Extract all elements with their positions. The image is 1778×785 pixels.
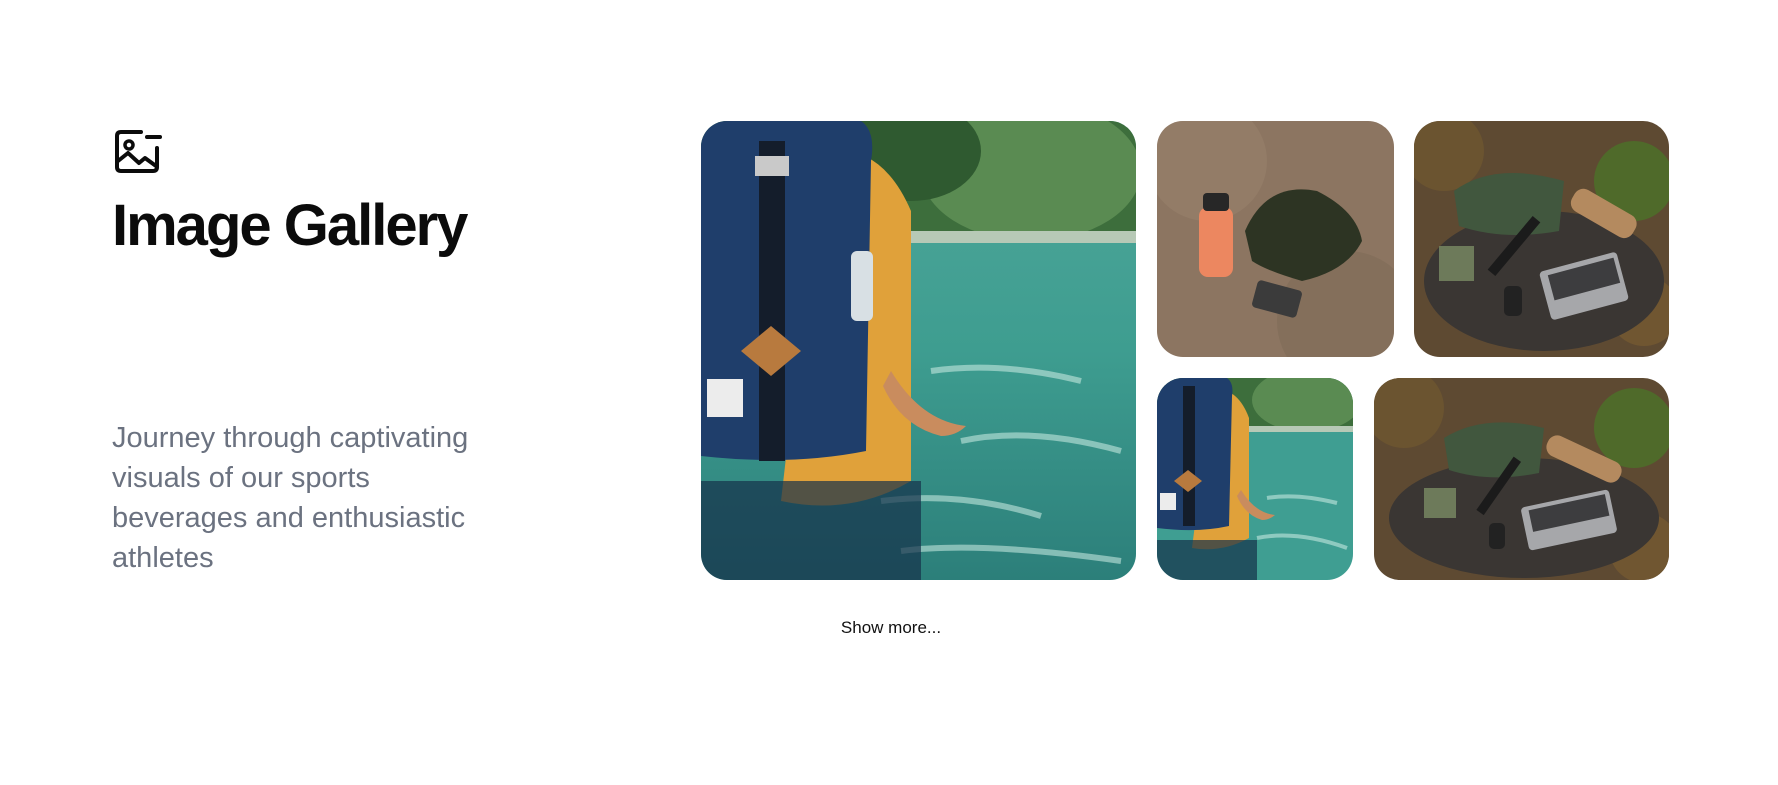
gallery-page: Image Gallery Journey through captivatin… (0, 0, 1778, 785)
hiker-in-water-small-image (1157, 378, 1353, 580)
show-more-button[interactable]: Show more... (826, 618, 956, 638)
gear-on-stump-image (1414, 121, 1669, 357)
gear-on-stump-wide-image (1374, 378, 1669, 580)
page-title: Image Gallery (112, 193, 468, 258)
gallery-image-4[interactable] (1157, 378, 1353, 580)
page-description: Journey through captivating visuals of o… (112, 422, 469, 574)
gallery-image-5[interactable] (1374, 378, 1669, 580)
bottle-on-sand-image (1157, 121, 1394, 357)
gallery-image-3[interactable] (1414, 121, 1669, 357)
gallery-image-2[interactable] (1157, 121, 1394, 357)
hiker-in-water-image (701, 121, 1136, 580)
gallery-image-1[interactable] (701, 121, 1136, 580)
image-gallery-icon (115, 130, 162, 173)
gallery-intro: Image Gallery (112, 126, 532, 258)
